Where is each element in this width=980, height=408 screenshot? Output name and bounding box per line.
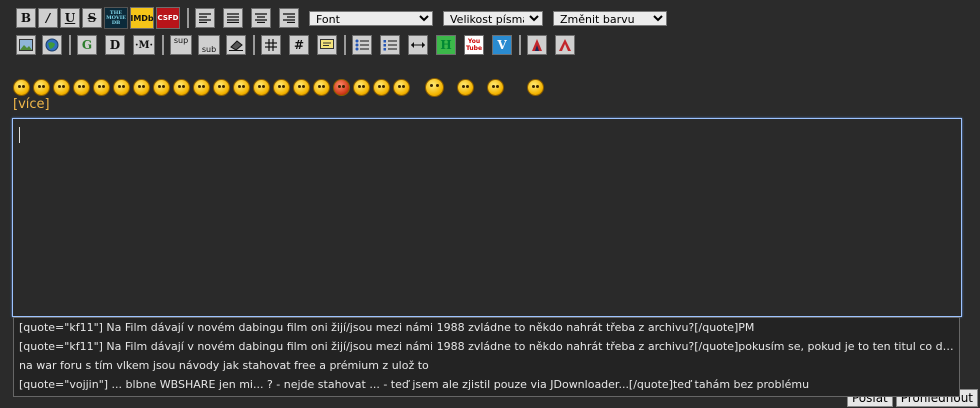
police-icon[interactable] xyxy=(373,79,390,96)
imdb-button[interactable]: IMDb xyxy=(130,7,154,29)
autocomplete-item[interactable]: [quote="vojjin"] ... blbne WBSHARE jen m… xyxy=(14,375,959,394)
mad-icon[interactable] xyxy=(253,79,270,96)
bold-button[interactable]: B xyxy=(16,8,36,28)
h-button[interactable]: H xyxy=(436,35,456,55)
more-smileys-link[interactable]: [více] xyxy=(13,97,50,112)
separator xyxy=(253,35,255,55)
surprised-icon[interactable] xyxy=(173,79,190,96)
separator xyxy=(162,35,164,55)
autocomplete-item[interactable]: [quote="kf11"] Na Film dávají v novém da… xyxy=(14,337,959,356)
sad-icon[interactable] xyxy=(113,79,130,96)
font-select[interactable]: Font xyxy=(309,10,433,26)
smiley-row xyxy=(13,78,547,97)
shy-icon[interactable] xyxy=(393,79,410,96)
google-button[interactable]: G xyxy=(77,35,97,55)
autocomplete-item[interactable]: [quote="kf11"] Na Film dávají v novém da… xyxy=(14,318,959,337)
autocomplete-item[interactable]: na war foru s tím vlkem jsou návody jak … xyxy=(14,356,959,375)
align-justify-icon[interactable] xyxy=(223,8,243,28)
csfd-button[interactable]: CSFD xyxy=(156,7,180,29)
font-size-select[interactable]: Velikost písma xyxy=(443,10,543,26)
m-button[interactable]: ·M· xyxy=(133,35,155,55)
smile-icon[interactable] xyxy=(33,79,50,96)
align-left-icon[interactable] xyxy=(195,8,215,28)
neutral-icon[interactable] xyxy=(213,79,230,96)
eraser-icon[interactable] xyxy=(226,35,246,55)
bullet-list-icon[interactable] xyxy=(352,35,372,55)
dance-icon[interactable] xyxy=(487,79,504,96)
tmdb-button[interactable]: THE MOVIE DB xyxy=(104,7,128,29)
confused-icon[interactable] xyxy=(313,79,330,96)
note-icon[interactable] xyxy=(317,35,337,55)
tongue-icon[interactable] xyxy=(293,79,310,96)
font-a-icon[interactable] xyxy=(555,35,575,55)
devil-icon[interactable] xyxy=(333,79,350,96)
strike-button[interactable]: S xyxy=(82,8,102,28)
wink-icon[interactable] xyxy=(133,79,150,96)
font-color-icon[interactable] xyxy=(527,35,547,55)
wave-icon[interactable] xyxy=(527,79,544,96)
vimeo-button[interactable]: V xyxy=(492,35,512,55)
cool-icon[interactable] xyxy=(153,79,170,96)
d-button[interactable]: D xyxy=(105,35,125,55)
autocomplete-dropdown: [quote="kf11"] Na Film dávají v novém da… xyxy=(13,317,960,397)
image-icon[interactable] xyxy=(16,35,36,55)
angry-icon[interactable] xyxy=(93,79,110,96)
laugh-icon[interactable] xyxy=(73,79,90,96)
align-center-icon[interactable] xyxy=(251,8,271,28)
hash-button[interactable]: # xyxy=(289,35,309,55)
think-icon[interactable] xyxy=(273,79,290,96)
message-textarea[interactable] xyxy=(12,118,962,317)
horizontal-rule-icon[interactable] xyxy=(408,35,428,55)
table-icon[interactable] xyxy=(261,35,281,55)
toolbar-row-2: G D ·M· sup sub # H You Tube V xyxy=(16,35,577,55)
underline-button[interactable]: U xyxy=(60,8,80,28)
sub-button[interactable]: sub xyxy=(198,35,220,55)
color-select[interactable]: Změnit barvu xyxy=(553,10,667,26)
youtube-button[interactable]: You Tube xyxy=(464,35,484,55)
toolbar-row-1: B / U S THE MOVIE DB IMDb CSFD Font Veli… xyxy=(16,7,677,29)
whistle-icon[interactable] xyxy=(425,78,444,97)
separator xyxy=(344,35,346,55)
italic-button[interactable]: / xyxy=(38,8,58,28)
separator xyxy=(69,35,71,55)
numbered-list-icon[interactable] xyxy=(380,35,400,55)
sup-button[interactable]: sup xyxy=(170,35,192,55)
separator xyxy=(519,35,521,55)
separator xyxy=(187,8,189,28)
grin-icon[interactable] xyxy=(53,79,70,96)
drummer-icon[interactable] xyxy=(457,79,474,96)
smile-icon[interactable] xyxy=(13,79,30,96)
happy-icon[interactable] xyxy=(353,79,370,96)
text-caret xyxy=(19,127,20,143)
eyes-icon[interactable] xyxy=(193,79,210,96)
align-right-icon[interactable] xyxy=(279,8,299,28)
globe-link-icon[interactable] xyxy=(42,35,62,55)
cry-icon[interactable] xyxy=(233,79,250,96)
